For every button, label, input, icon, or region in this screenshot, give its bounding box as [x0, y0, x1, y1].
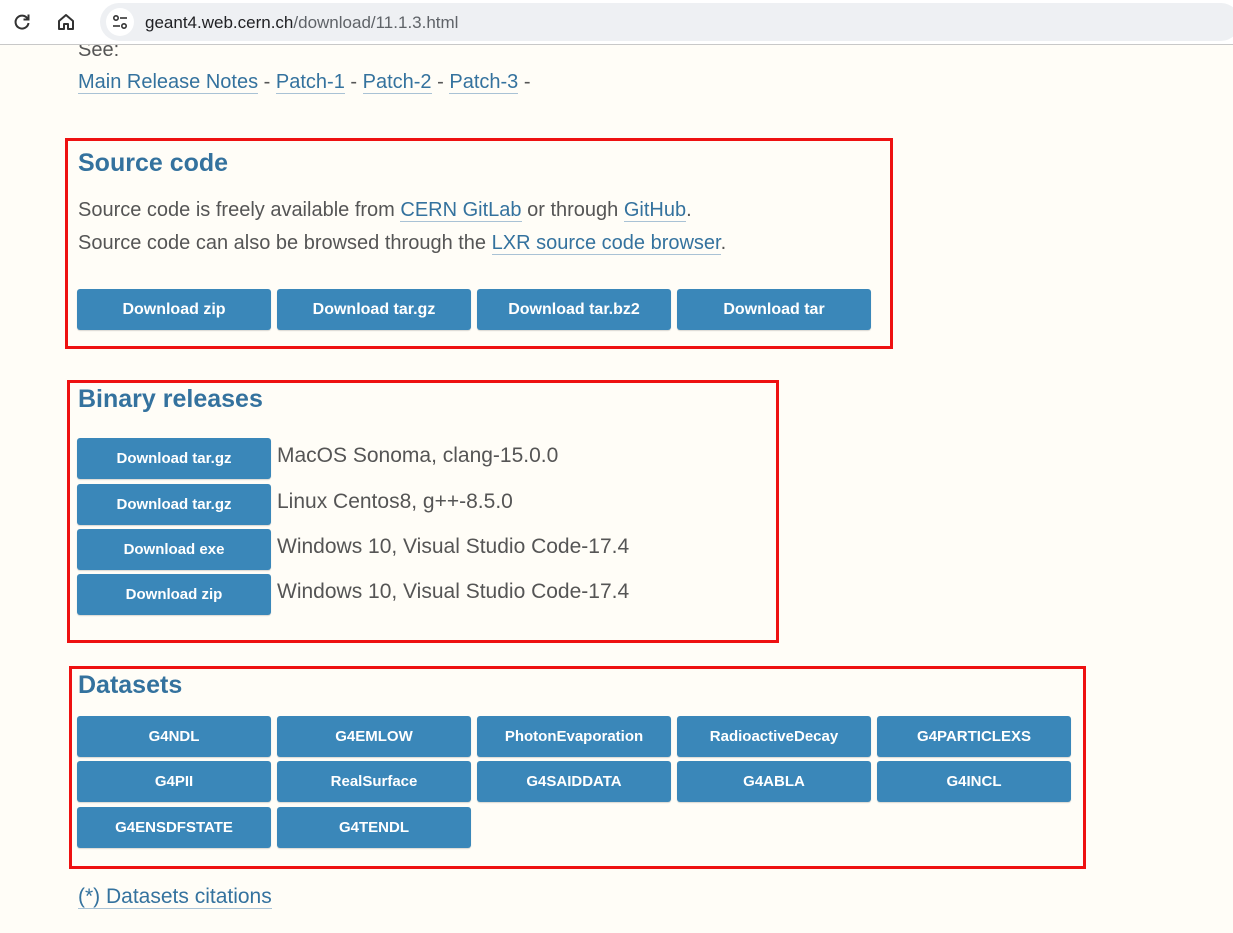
site-info-button[interactable]	[106, 8, 134, 36]
dataset-g4saiddata-button[interactable]: G4SAIDDATA	[477, 761, 671, 802]
download-zip-button[interactable]: Download zip	[77, 289, 271, 330]
home-icon	[58, 14, 74, 30]
home-button[interactable]	[52, 8, 80, 36]
site-info-icon	[112, 14, 128, 30]
binary-macos-desc: MacOS Sonoma, clang-15.0.0	[277, 444, 559, 467]
see-label: See:	[78, 45, 120, 61]
source-code-line-1: Source code is freely available from CER…	[78, 199, 692, 222]
browser-toolbar: geant4.web.cern.ch/download/11.1.3.html	[0, 0, 1233, 45]
separator: -	[350, 71, 358, 93]
url-text[interactable]: geant4.web.cern.ch/download/11.1.3.html	[145, 13, 458, 33]
download-targz-button[interactable]: Download tar.gz	[277, 289, 471, 330]
patch-2-link[interactable]: Patch-2	[362, 71, 432, 94]
dataset-radioactivedecay-button[interactable]: RadioactiveDecay	[677, 716, 871, 757]
datasets-citations: (*) Datasets citations	[78, 885, 272, 909]
patch-1-link[interactable]: Patch-1	[275, 71, 345, 94]
dataset-g4particlexs-button[interactable]: G4PARTICLEXS	[877, 716, 1071, 757]
datasets-heading: Datasets	[78, 671, 183, 699]
release-notes-links: Main Release Notes - Patch-1 - Patch-2 -…	[78, 71, 531, 94]
binary-linux-button[interactable]: Download tar.gz	[77, 484, 271, 525]
datasets-citations-link[interactable]: (*) Datasets citations	[78, 885, 272, 909]
github-link[interactable]: GitHub	[623, 199, 687, 222]
text: .	[720, 232, 727, 254]
page-content: See: Main Release Notes - Patch-1 - Patc…	[0, 45, 1233, 933]
reload-button[interactable]	[8, 8, 36, 36]
source-code-heading: Source code	[78, 149, 229, 177]
dataset-g4incl-button[interactable]: G4INCL	[877, 761, 1071, 802]
text: or through	[527, 199, 619, 221]
text: Source code is freely available from	[78, 199, 395, 221]
separator: -	[523, 71, 531, 93]
dataset-g4emlow-button[interactable]: G4EMLOW	[277, 716, 471, 757]
reload-icon	[14, 14, 30, 30]
binary-windows-exe-button[interactable]: Download exe	[77, 529, 271, 570]
dataset-g4abla-button[interactable]: G4ABLA	[677, 761, 871, 802]
url-path: /download/11.1.3.html	[293, 13, 459, 32]
download-tar-button[interactable]: Download tar	[677, 289, 871, 330]
download-tarbz2-button[interactable]: Download tar.bz2	[477, 289, 671, 330]
binary-macos-button[interactable]: Download tar.gz	[77, 438, 271, 479]
dataset-realsurface-button[interactable]: RealSurface	[277, 761, 471, 802]
lxr-browser-link[interactable]: LXR source code browser	[491, 232, 721, 255]
patch-3-link[interactable]: Patch-3	[449, 71, 519, 94]
url-host: geant4.web.cern.ch	[145, 13, 294, 32]
dataset-g4pii-button[interactable]: G4PII	[77, 761, 271, 802]
dataset-g4ndl-button[interactable]: G4NDL	[77, 716, 271, 757]
address-bar[interactable]: geant4.web.cern.ch/download/11.1.3.html	[100, 3, 1233, 41]
text: .	[686, 199, 692, 221]
main-release-notes-link[interactable]: Main Release Notes	[78, 71, 259, 94]
source-code-line-2: Source code can also be browsed through …	[78, 232, 726, 255]
dataset-g4ensdfstate-button[interactable]: G4ENSDFSTATE	[77, 807, 271, 848]
separator: -	[437, 71, 444, 93]
text: Source code can also be browsed through …	[78, 232, 487, 254]
separator: -	[263, 71, 271, 93]
binary-windows-zip-desc: Windows 10, Visual Studio Code-17.4	[277, 580, 630, 603]
dataset-photonevaporation-button[interactable]: PhotonEvaporation	[477, 716, 671, 757]
binary-releases-heading: Binary releases	[78, 385, 263, 413]
cern-gitlab-link[interactable]: CERN GitLab	[400, 199, 522, 222]
binary-linux-desc: Linux Centos8, g++-8.5.0	[277, 490, 513, 513]
binary-windows-zip-button[interactable]: Download zip	[77, 574, 271, 615]
binary-windows-exe-desc: Windows 10, Visual Studio Code-17.4	[277, 535, 630, 558]
dataset-g4tendl-button[interactable]: G4TENDL	[277, 807, 471, 848]
